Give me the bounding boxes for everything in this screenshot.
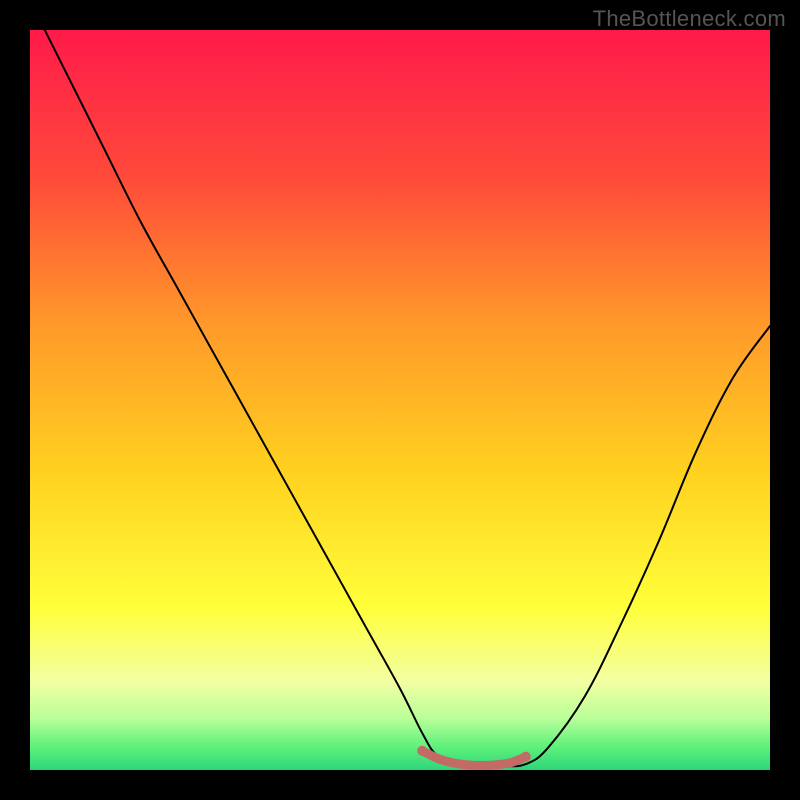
right-endpoint xyxy=(521,752,531,762)
watermark-text: TheBottleneck.com xyxy=(593,6,786,32)
bottleneck-curve xyxy=(45,30,770,767)
chart-frame: TheBottleneck.com xyxy=(0,0,800,800)
curve-layer xyxy=(30,30,770,770)
plot-area xyxy=(30,30,770,770)
left-endpoint xyxy=(417,746,427,756)
optimal-band xyxy=(422,751,526,766)
